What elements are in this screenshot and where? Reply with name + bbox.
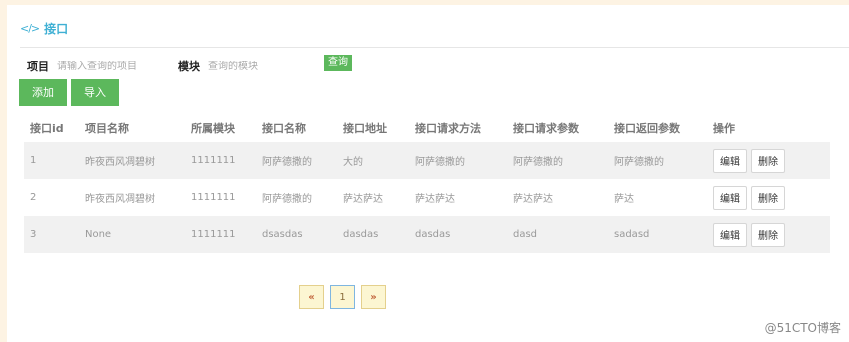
- col-header-params: 接口请求参数: [513, 121, 579, 135]
- edit-button[interactable]: 编辑: [713, 148, 747, 173]
- cell-name: dsasdas: [262, 229, 303, 240]
- cell-project: 昨夜西风凋碧树: [85, 157, 155, 168]
- import-button[interactable]: 导入: [71, 79, 119, 106]
- col-header-method: 接口请求方法: [415, 121, 481, 135]
- table-row: 2 昨夜西风凋碧树 1111111 阿萨德撒的 萨达萨达 萨达萨达 萨达萨达 萨…: [24, 179, 830, 216]
- col-header-name: 接口名称: [262, 121, 306, 135]
- api-table: 接口id 项目名称 所属模块 接口名称 接口地址 接口请求方法 接口请求参数 接…: [24, 113, 830, 253]
- prev-page-button[interactable]: «: [299, 285, 324, 309]
- cell-name: 阿萨德撒的: [262, 194, 312, 205]
- module-label: 模块: [178, 60, 200, 73]
- cell-returns: 阿萨德撒的: [614, 157, 664, 168]
- table-row: 3 None 1111111 dsasdas dasdas dasdas das…: [24, 216, 830, 253]
- cell-project: None: [85, 229, 112, 240]
- row-actions: 编辑 删除: [713, 216, 785, 253]
- cell-module: 1111111: [191, 155, 236, 166]
- watermark: @51CTO博客: [764, 321, 841, 335]
- project-label: 项目: [27, 60, 49, 73]
- page-header: </> 接口: [20, 19, 68, 37]
- edit-button[interactable]: 编辑: [713, 185, 747, 210]
- cell-params: dasd: [513, 229, 538, 240]
- col-header-returns: 接口返回参数: [614, 121, 680, 135]
- table-header-row: 接口id 项目名称 所属模块 接口名称 接口地址 接口请求方法 接口请求参数 接…: [24, 113, 830, 142]
- delete-button[interactable]: 删除: [751, 148, 785, 173]
- cell-method: 阿萨德撒的: [415, 157, 465, 168]
- module-input[interactable]: [208, 60, 318, 72]
- pagination: « 1 »: [299, 285, 386, 309]
- cell-returns: 萨达: [614, 194, 634, 205]
- table-row: 1 昨夜西风凋碧树 1111111 阿萨德撒的 大的 阿萨德撒的 阿萨德撒的 阿…: [24, 142, 830, 179]
- project-filter: 项目: [27, 57, 167, 75]
- delete-button[interactable]: 删除: [751, 185, 785, 210]
- cell-address: dasdas: [343, 229, 379, 240]
- row-actions: 编辑 删除: [713, 142, 785, 179]
- delete-button[interactable]: 删除: [751, 222, 785, 247]
- cell-params: 阿萨德撒的: [513, 157, 563, 168]
- project-input[interactable]: [57, 60, 167, 72]
- col-header-project: 项目名称: [85, 121, 129, 135]
- add-button[interactable]: 添加: [19, 79, 67, 106]
- cell-module: 1111111: [191, 229, 236, 240]
- page-title: 接口: [44, 21, 69, 36]
- col-header-address: 接口地址: [343, 121, 387, 135]
- col-header-actions: 操作: [713, 121, 735, 135]
- cell-address: 大的: [343, 157, 363, 168]
- code-icon: </>: [20, 21, 40, 35]
- cell-module: 1111111: [191, 192, 236, 203]
- cell-id: 1: [30, 155, 37, 166]
- row-actions: 编辑 删除: [713, 179, 785, 216]
- header-divider: [20, 47, 849, 48]
- cell-params: 萨达萨达: [513, 194, 553, 205]
- col-header-id: 接口id: [30, 121, 64, 135]
- page-button-current[interactable]: 1: [330, 285, 355, 309]
- content-panel: </> 接口 项目 模块 查询 添加 导入 接口id 项目名称 所属模块 接口名…: [7, 5, 849, 342]
- next-page-button[interactable]: »: [361, 285, 386, 309]
- cell-method: dasdas: [415, 229, 451, 240]
- cell-method: 萨达萨达: [415, 194, 455, 205]
- cell-project: 昨夜西风凋碧树: [85, 194, 155, 205]
- col-header-module: 所属模块: [191, 121, 235, 135]
- cell-id: 2: [30, 192, 37, 203]
- edit-button[interactable]: 编辑: [713, 222, 747, 247]
- cell-name: 阿萨德撒的: [262, 157, 312, 168]
- cell-address: 萨达萨达: [343, 194, 383, 205]
- cell-id: 3: [30, 229, 37, 240]
- module-filter: 模块: [178, 57, 318, 75]
- cell-returns: sadasd: [614, 229, 650, 240]
- query-button[interactable]: 查询: [324, 55, 352, 71]
